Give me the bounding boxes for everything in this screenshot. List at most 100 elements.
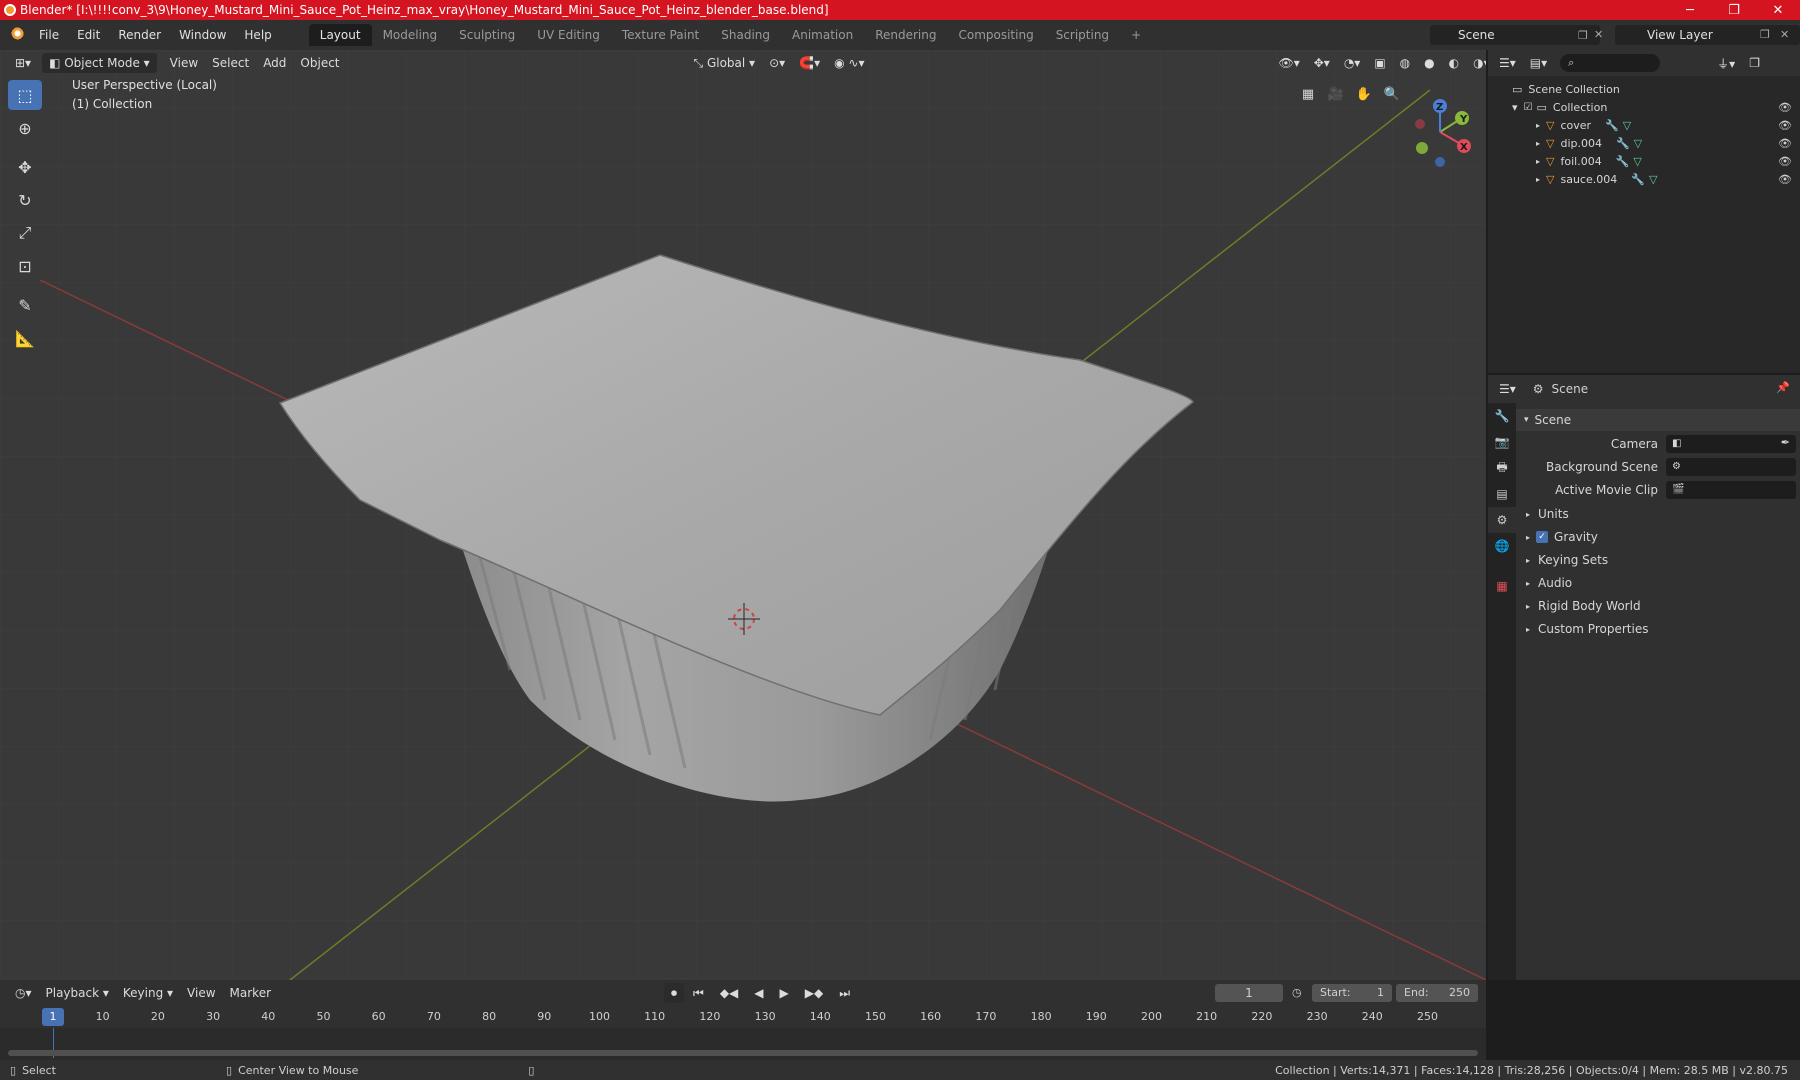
menu-window[interactable]: Window	[170, 28, 235, 42]
jump-keyframe-back-icon[interactable]: ◆◀	[713, 983, 745, 1003]
properties-editor-type-icon[interactable]: ☰▾	[1492, 379, 1523, 399]
blender-menu-icon[interactable]	[8, 27, 24, 43]
material-shading-icon[interactable]: ◐	[1442, 53, 1466, 73]
tab-scripting[interactable]: Scripting	[1045, 24, 1120, 46]
pan-view-icon[interactable]: ✋	[1352, 82, 1376, 106]
tab-animation[interactable]: Animation	[781, 24, 864, 46]
tab-texture-paint[interactable]: Texture Paint	[611, 24, 710, 46]
record-icon[interactable]: ⏺	[664, 983, 685, 1003]
outliner-editor-type-icon[interactable]: ☰▾	[1492, 53, 1523, 73]
object-visibility-icon[interactable]: 👁	[1778, 173, 1792, 186]
rotate-tool-icon[interactable]: ↻	[8, 185, 42, 215]
jump-keyframe-forward-icon[interactable]: ▶◆	[798, 983, 830, 1003]
display-mode-icon[interactable]: ▤▾	[1523, 53, 1554, 73]
tab-shading[interactable]: Shading	[710, 24, 781, 46]
viewport-menu-view[interactable]: View	[163, 53, 205, 73]
rigid-body-world-panel[interactable]: ▸ Rigid Body World	[1516, 595, 1800, 617]
tab-modeling[interactable]: Modeling	[372, 24, 449, 46]
remove-scene-icon[interactable]: ✕	[1594, 28, 1603, 41]
object-visibility-icon[interactable]: 👁	[1778, 119, 1792, 132]
camera-view-icon[interactable]: 🎥	[1324, 82, 1348, 106]
tab-sculpting[interactable]: Sculpting	[448, 24, 526, 46]
preview-range-icon[interactable]: ◷	[1292, 986, 1302, 999]
new-collection-icon[interactable]: ❐	[1742, 53, 1767, 73]
custom-properties-panel[interactable]: ▸ Custom Properties	[1516, 618, 1800, 640]
scene-tab-icon[interactable]: ⚙	[1488, 507, 1516, 533]
visibility-icon[interactable]: 👁▾	[1271, 53, 1306, 73]
active-movie-clip-field[interactable]: 🎬	[1666, 481, 1796, 499]
tab-rendering[interactable]: Rendering	[864, 24, 947, 46]
outliner-collection[interactable]: ▾ ☑ ▭ Collection 👁	[1488, 98, 1800, 116]
snap-icon[interactable]: 🧲▾	[792, 53, 827, 73]
outliner-item-cover[interactable]: ▸ ▽ cover 🔧 ▽ 👁	[1488, 116, 1800, 134]
menu-edit[interactable]: Edit	[68, 28, 109, 42]
start-frame-field[interactable]: Start: 1	[1312, 984, 1392, 1002]
editor-type-icon[interactable]: ⊞▾	[8, 53, 38, 73]
wireframe-shading-icon[interactable]: ◍	[1393, 53, 1417, 73]
viewport-menu-object[interactable]: Object	[293, 53, 346, 73]
solid-shading-icon[interactable]: ●	[1417, 53, 1441, 73]
scene-selector[interactable]: Scene	[1430, 25, 1600, 45]
timeline-menu-playback[interactable]: Playback ▾	[39, 983, 116, 1003]
tool-tab-icon[interactable]: 🔧	[1488, 403, 1516, 429]
jump-end-icon[interactable]: ⏭	[832, 983, 857, 1003]
measure-tool-icon[interactable]: 📐	[8, 323, 42, 353]
select-box-tool-icon[interactable]: ⬚	[8, 80, 42, 110]
transform-tool-icon[interactable]: ⊡	[8, 251, 42, 281]
gravity-checkbox[interactable]: ✓	[1536, 531, 1549, 543]
units-panel[interactable]: ▸ Units	[1516, 503, 1800, 525]
output-tab-icon[interactable]: 🖶	[1488, 455, 1516, 481]
gravity-panel[interactable]: ▸ ✓ Gravity	[1516, 526, 1800, 548]
menu-render[interactable]: Render	[109, 28, 170, 42]
rendered-shading-icon[interactable]: ◑▾	[1466, 53, 1486, 73]
outliner-item-foil[interactable]: ▸ ▽ foil.004 🔧 ▽ 👁	[1488, 152, 1800, 170]
xray-toggle-icon[interactable]: ▣	[1367, 53, 1392, 73]
pivot-icon[interactable]: ⊙▾	[762, 53, 792, 73]
keying-sets-panel[interactable]: ▸ Keying Sets	[1516, 549, 1800, 571]
menu-file[interactable]: File	[30, 28, 68, 42]
eyedropper-icon[interactable]: ✒	[1781, 436, 1790, 449]
timeline-editor-type-icon[interactable]: ◷▾	[8, 983, 39, 1003]
view-layer-tab-icon[interactable]: ▤	[1488, 481, 1516, 507]
toggle-grid-icon[interactable]: ▦	[1296, 82, 1320, 106]
expand-collection-icon[interactable]: ▾	[1512, 101, 1518, 114]
outliner-item-dip[interactable]: ▸ ▽ dip.004 🔧 ▽ 👁	[1488, 134, 1800, 152]
view-layer-selector[interactable]: View Layer	[1615, 25, 1800, 45]
tab-layout[interactable]: Layout	[308, 24, 372, 46]
outliner-item-sauce[interactable]: ▸ ▽ sauce.004 🔧 ▽ 👁	[1488, 170, 1800, 188]
viewport-menu-select[interactable]: Select	[205, 53, 256, 73]
expand-object-icon[interactable]: ▸	[1536, 121, 1540, 130]
mode-dropdown[interactable]: ◧ Object Mode ▾	[42, 53, 157, 73]
frame-ruler[interactable]: 1 10 20 30 40 50 60 70 80 90 100 110 120 130 140 150 160…	[0, 1006, 1486, 1028]
filter-icon[interactable]: ⏚▾	[1710, 53, 1742, 73]
new-view-layer-icon[interactable]: ❐	[1760, 28, 1770, 41]
play-reverse-icon[interactable]: ◀	[747, 983, 770, 1003]
remove-view-layer-icon[interactable]: ✕	[1780, 28, 1789, 41]
tab-uv-editing[interactable]: UV Editing	[526, 24, 611, 46]
world-tab-icon[interactable]: 🌐	[1488, 533, 1516, 559]
current-frame-field[interactable]: 1	[1215, 984, 1283, 1002]
texture-tab-icon[interactable]: ▦	[1488, 573, 1516, 599]
viewport-menu-add[interactable]: Add	[256, 53, 293, 73]
minimize-button[interactable]: ─	[1668, 0, 1712, 20]
object-visibility-icon[interactable]: 👁	[1778, 155, 1792, 168]
audio-panel[interactable]: ▸ Audio	[1516, 572, 1800, 594]
play-icon[interactable]: ▶	[773, 983, 796, 1003]
scale-tool-icon[interactable]: ⤢	[8, 218, 42, 248]
collection-visibility-icon[interactable]: 👁	[1778, 101, 1792, 114]
new-scene-icon[interactable]: ❐	[1578, 29, 1588, 42]
menu-help[interactable]: Help	[235, 28, 280, 42]
close-button[interactable]: ✕	[1756, 0, 1800, 20]
gizmo-toggle-icon[interactable]: ✥▾	[1307, 53, 1337, 73]
expand-object-icon[interactable]: ▸	[1536, 175, 1540, 184]
zoom-view-icon[interactable]: 🔍	[1380, 82, 1404, 106]
timeline-menu-view[interactable]: View	[180, 983, 222, 1003]
outliner-scene-collection[interactable]: ▭ Scene Collection	[1488, 80, 1800, 98]
3d-viewport[interactable]: Y X Z ⊞▾ ◧ Object Mode ▾ View Select Add…	[0, 50, 1486, 980]
camera-field[interactable]: ◧ ✒	[1666, 435, 1796, 453]
object-visibility-icon[interactable]: 👁	[1778, 137, 1792, 150]
orientation-dropdown[interactable]: ⤡ Global ▾	[687, 53, 763, 73]
add-workspace-button[interactable]: +	[1120, 24, 1152, 46]
overlay-toggle-icon[interactable]: ◔▾	[1337, 53, 1368, 73]
tab-compositing[interactable]: Compositing	[947, 24, 1044, 46]
